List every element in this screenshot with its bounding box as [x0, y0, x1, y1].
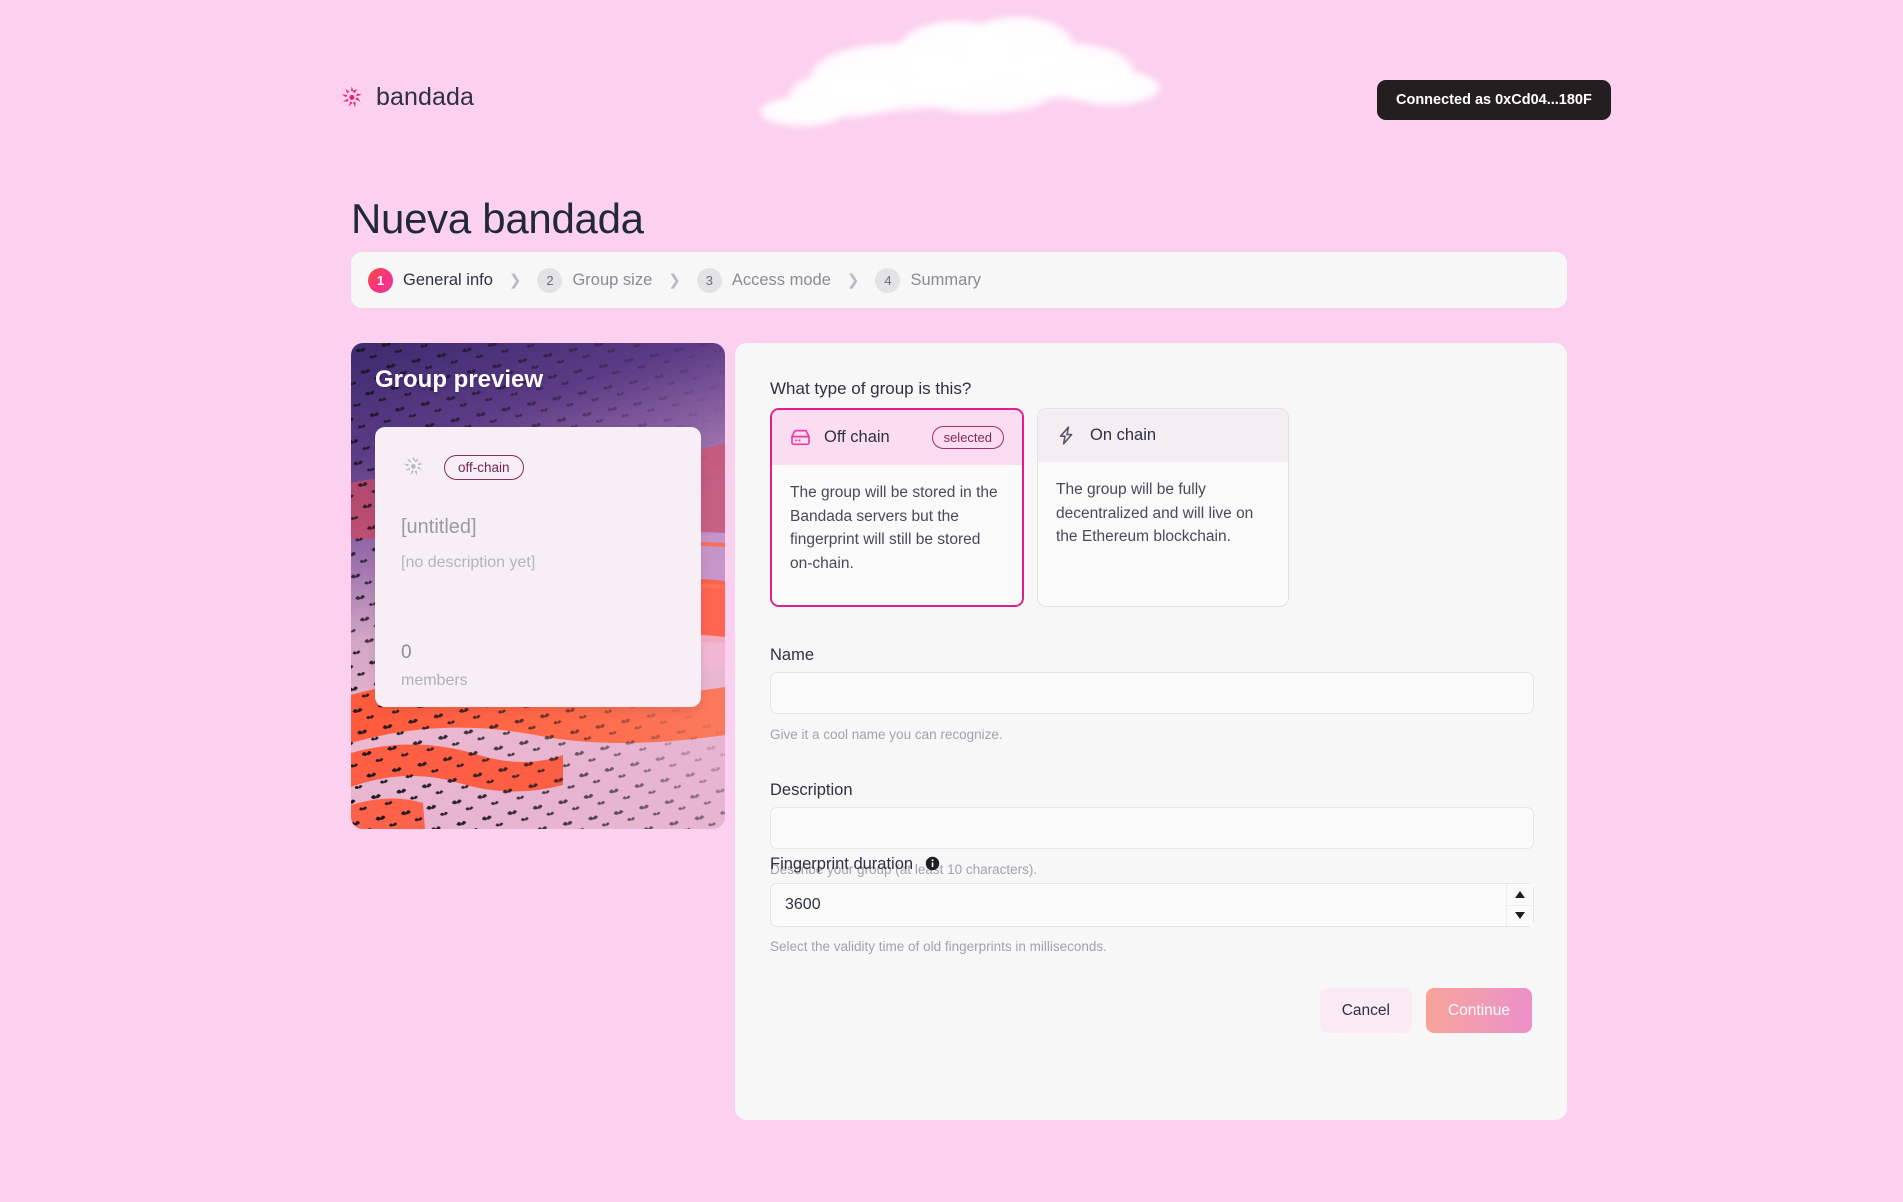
stepper-step-number: 2 — [537, 267, 563, 293]
fingerprint-duration-label-row: Fingerprint duration — [770, 855, 940, 876]
group-preview-title: Group preview — [375, 366, 544, 393]
wallet-status-badge[interactable]: Connected as 0xCd04...180F — [1377, 80, 1611, 120]
name-input[interactable] — [770, 672, 1534, 714]
cancel-button[interactable]: Cancel — [1319, 988, 1412, 1033]
bird-flock-icon — [401, 455, 427, 479]
fingerprint-duration-hint: Select the validity time of old fingerpr… — [770, 939, 1107, 954]
name-field-hint: Give it a cool name you can recognize. — [770, 727, 1003, 742]
group-preview-member-label: members — [401, 672, 468, 689]
group-preview-description: [no description yet] — [401, 554, 536, 571]
group-type-options: Off chain selected The group will be sto… — [770, 408, 1289, 607]
stepper-separator-icon: ❯ — [508, 271, 522, 289]
stepper-step-number: 4 — [875, 267, 901, 293]
caret-up-icon — [1515, 890, 1525, 898]
brand-name: bandada — [376, 83, 475, 111]
page-title: Nueva bandada — [351, 195, 644, 243]
brand-logo-link[interactable]: bandada — [339, 83, 474, 112]
stepper-step-label: General info — [403, 270, 493, 289]
group-preview-chain-badge: off-chain — [444, 455, 524, 480]
group-type-title: On chain — [1090, 426, 1157, 444]
group-preview-member-count: 0 — [401, 642, 412, 663]
stepper-step-general-info[interactable]: 1 General info — [368, 267, 493, 293]
fingerprint-duration-input[interactable] — [770, 883, 1534, 927]
stepper-increment-button[interactable] — [1507, 884, 1533, 906]
cloud-decoration — [742, 0, 1172, 140]
stepper-step-label: Group size — [572, 270, 653, 289]
group-preview-card: Group preview off-chain [untitled] [no d… — [351, 343, 725, 829]
stepper-decrement-button[interactable] — [1507, 905, 1533, 926]
group-type-description: The group will be fully decentralized an… — [1056, 481, 1254, 546]
continue-button[interactable]: Continue — [1425, 988, 1532, 1033]
hard-drive-icon — [790, 427, 811, 448]
fingerprint-duration-stepper[interactable] — [770, 883, 1534, 927]
stepper-step-label: Summary — [910, 270, 982, 289]
stepper-separator-icon: ❯ — [668, 271, 681, 289]
group-type-option-off-chain[interactable]: Off chain selected The group will be sto… — [770, 408, 1024, 607]
stepper-step-label: Access mode — [731, 270, 831, 289]
form-actions: Cancel Continue — [1319, 988, 1532, 1033]
stepper-step-group-size[interactable]: 2 Group size — [537, 267, 653, 293]
info-icon[interactable] — [925, 856, 940, 876]
fingerprint-duration-label: Fingerprint duration — [770, 855, 914, 873]
name-field-label: Name — [770, 646, 815, 664]
group-preview-inner-card: off-chain [untitled] [no description yet… — [375, 427, 701, 707]
group-type-description: The group will be stored in the Bandada … — [772, 465, 1022, 605]
group-type-question: What type of group is this? — [770, 379, 972, 398]
group-type-title: Off chain — [824, 428, 890, 446]
description-input[interactable] — [770, 807, 1534, 849]
description-field-label: Description — [770, 781, 853, 799]
group-type-option-on-chain[interactable]: On chain The group will be fully decentr… — [1037, 408, 1289, 607]
stepper-step-access-mode[interactable]: 3 Access mode — [696, 267, 831, 293]
selected-badge: selected — [931, 426, 1004, 449]
stepper-step-summary[interactable]: 4 Summary — [875, 267, 982, 293]
caret-down-icon — [1515, 912, 1525, 920]
bandada-bird-logo-icon — [339, 85, 365, 111]
lightning-bolt-icon — [1056, 425, 1077, 446]
stepper-separator-icon: ❯ — [846, 271, 860, 289]
general-info-form-panel: What type of group is this? Off chain se… — [735, 343, 1567, 1120]
group-preview-name: [untitled] — [401, 516, 477, 538]
stepper-step-number: 1 — [368, 267, 393, 293]
stepper-step-number: 3 — [696, 267, 722, 293]
stepper: 1 General info ❯ 2 Group size ❯ 3 Access… — [351, 252, 1567, 308]
